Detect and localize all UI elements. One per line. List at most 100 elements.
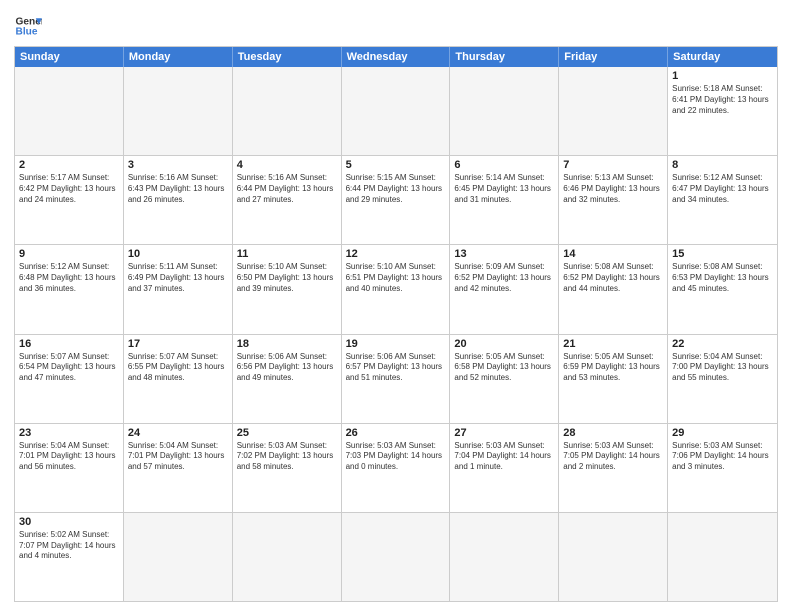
calendar-row-3: 16 Sunrise: 5:07 AM Sunset: 6:54 PM Dayli… — [15, 334, 777, 423]
day-cell-14: 14 Sunrise: 5:08 AM Sunset: 6:52 PM Dayli… — [559, 245, 668, 333]
day-cell-12: 12Sunrise: 5:10 AM Sunset: 6:51 PM Dayli… — [342, 245, 451, 333]
empty-cell — [124, 67, 233, 155]
day-number: 14 — [563, 248, 663, 260]
day-cell-3: 3 Sunrise: 5:16 AM Sunset: 6:43 PM Daylig… — [124, 156, 233, 244]
calendar-row-0: 1 Sunrise: 5:18 AM Sunset: 6:41 PM Daylig… — [15, 67, 777, 155]
calendar-row-2: 9Sunrise: 5:12 AM Sunset: 6:48 PM Daylig… — [15, 244, 777, 333]
day-cell-26: 26Sunrise: 5:03 AM Sunset: 7:03 PM Dayli… — [342, 424, 451, 512]
day-cell-24: 24Sunrise: 5:04 AM Sunset: 7:01 PM Dayli… — [124, 424, 233, 512]
day-cell-7: 7Sunrise: 5:13 AM Sunset: 6:46 PM Daylig… — [559, 156, 668, 244]
empty-cell — [450, 513, 559, 601]
day-number: 23 — [19, 427, 119, 439]
day-header-monday: Monday — [124, 47, 233, 67]
day-info: Sunrise: 5:03 AM Sunset: 7:06 PM Dayligh… — [672, 441, 773, 473]
day-info: Sunrise: 5:10 AM Sunset: 6:50 PM Dayligh… — [237, 262, 337, 294]
day-cell-29: 29 Sunrise: 5:03 AM Sunset: 7:06 PM Dayli… — [668, 424, 777, 512]
day-number: 21 — [563, 338, 663, 350]
day-header-saturday: Saturday — [668, 47, 777, 67]
day-info: Sunrise: 5:06 AM Sunset: 6:57 PM Dayligh… — [346, 352, 446, 384]
empty-cell — [559, 513, 668, 601]
calendar: SundayMondayTuesdayWednesdayThursdayFrid… — [14, 46, 778, 602]
empty-cell — [15, 67, 124, 155]
day-number: 19 — [346, 338, 446, 350]
day-header-tuesday: Tuesday — [233, 47, 342, 67]
day-number: 4 — [237, 159, 337, 171]
day-info: Sunrise: 5:08 AM Sunset: 6:52 PM Dayligh… — [563, 262, 663, 294]
empty-cell — [559, 67, 668, 155]
day-number: 25 — [237, 427, 337, 439]
empty-cell — [342, 513, 451, 601]
day-info: Sunrise: 5:03 AM Sunset: 7:04 PM Dayligh… — [454, 441, 554, 473]
day-number: 20 — [454, 338, 554, 350]
day-info: Sunrise: 5:05 AM Sunset: 6:59 PM Dayligh… — [563, 352, 663, 384]
day-info: Sunrise: 5:12 AM Sunset: 6:48 PM Dayligh… — [19, 262, 119, 294]
day-info: Sunrise: 5:11 AM Sunset: 6:49 PM Dayligh… — [128, 262, 228, 294]
day-cell-10: 10 Sunrise: 5:11 AM Sunset: 6:49 PM Dayli… — [124, 245, 233, 333]
day-number: 5 — [346, 159, 446, 171]
empty-cell — [668, 513, 777, 601]
day-info: Sunrise: 5:04 AM Sunset: 7:01 PM Dayligh… — [19, 441, 119, 473]
empty-cell — [233, 513, 342, 601]
empty-cell — [124, 513, 233, 601]
logo-icon: General Blue — [14, 12, 42, 40]
day-number: 29 — [672, 427, 773, 439]
day-header-sunday: Sunday — [15, 47, 124, 67]
day-cell-9: 9Sunrise: 5:12 AM Sunset: 6:48 PM Daylig… — [15, 245, 124, 333]
day-info: Sunrise: 5:08 AM Sunset: 6:53 PM Dayligh… — [672, 262, 773, 294]
calendar-row-4: 23 Sunrise: 5:04 AM Sunset: 7:01 PM Dayli… — [15, 423, 777, 512]
day-cell-22: 22Sunrise: 5:04 AM Sunset: 7:00 PM Dayli… — [668, 335, 777, 423]
day-header-wednesday: Wednesday — [342, 47, 451, 67]
day-number: 10 — [128, 248, 228, 260]
day-cell-15: 15 Sunrise: 5:08 AM Sunset: 6:53 PM Dayli… — [668, 245, 777, 333]
day-cell-2: 2 Sunrise: 5:17 AM Sunset: 6:42 PM Daylig… — [15, 156, 124, 244]
day-number: 28 — [563, 427, 663, 439]
day-info: Sunrise: 5:16 AM Sunset: 6:44 PM Dayligh… — [237, 173, 337, 205]
day-cell-11: 11 Sunrise: 5:10 AM Sunset: 6:50 PM Dayli… — [233, 245, 342, 333]
day-number: 16 — [19, 338, 119, 350]
day-info: Sunrise: 5:09 AM Sunset: 6:52 PM Dayligh… — [454, 262, 554, 294]
day-cell-8: 8Sunrise: 5:12 AM Sunset: 6:47 PM Daylig… — [668, 156, 777, 244]
day-number: 27 — [454, 427, 554, 439]
calendar-header: SundayMondayTuesdayWednesdayThursdayFrid… — [15, 47, 777, 67]
day-number: 1 — [672, 70, 773, 82]
day-number: 18 — [237, 338, 337, 350]
day-info: Sunrise: 5:07 AM Sunset: 6:54 PM Dayligh… — [19, 352, 119, 384]
day-cell-17: 17Sunrise: 5:07 AM Sunset: 6:55 PM Dayli… — [124, 335, 233, 423]
day-cell-18: 18 Sunrise: 5:06 AM Sunset: 6:56 PM Dayli… — [233, 335, 342, 423]
empty-cell — [233, 67, 342, 155]
day-cell-1: 1 Sunrise: 5:18 AM Sunset: 6:41 PM Daylig… — [668, 67, 777, 155]
day-cell-27: 27 Sunrise: 5:03 AM Sunset: 7:04 PM Dayli… — [450, 424, 559, 512]
day-info: Sunrise: 5:02 AM Sunset: 7:07 PM Dayligh… — [19, 530, 119, 562]
day-info: Sunrise: 5:16 AM Sunset: 6:43 PM Dayligh… — [128, 173, 228, 205]
day-number: 15 — [672, 248, 773, 260]
calendar-row-5: 30Sunrise: 5:02 AM Sunset: 7:07 PM Dayli… — [15, 512, 777, 601]
calendar-body: 1 Sunrise: 5:18 AM Sunset: 6:41 PM Daylig… — [15, 67, 777, 601]
day-cell-13: 13 Sunrise: 5:09 AM Sunset: 6:52 PM Dayli… — [450, 245, 559, 333]
day-info: Sunrise: 5:04 AM Sunset: 7:00 PM Dayligh… — [672, 352, 773, 384]
day-number: 3 — [128, 159, 228, 171]
day-cell-28: 28Sunrise: 5:03 AM Sunset: 7:05 PM Dayli… — [559, 424, 668, 512]
empty-cell — [450, 67, 559, 155]
day-info: Sunrise: 5:06 AM Sunset: 6:56 PM Dayligh… — [237, 352, 337, 384]
svg-text:Blue: Blue — [16, 27, 38, 38]
day-info: Sunrise: 5:07 AM Sunset: 6:55 PM Dayligh… — [128, 352, 228, 384]
day-info: Sunrise: 5:03 AM Sunset: 7:03 PM Dayligh… — [346, 441, 446, 473]
day-info: Sunrise: 5:17 AM Sunset: 6:42 PM Dayligh… — [19, 173, 119, 205]
day-info: Sunrise: 5:13 AM Sunset: 6:46 PM Dayligh… — [563, 173, 663, 205]
page: General Blue SundayMondayTuesdayWednesda… — [0, 0, 792, 612]
day-cell-30: 30Sunrise: 5:02 AM Sunset: 7:07 PM Dayli… — [15, 513, 124, 601]
day-number: 2 — [19, 159, 119, 171]
day-number: 11 — [237, 248, 337, 260]
day-header-friday: Friday — [559, 47, 668, 67]
day-info: Sunrise: 5:15 AM Sunset: 6:44 PM Dayligh… — [346, 173, 446, 205]
day-info: Sunrise: 5:18 AM Sunset: 6:41 PM Dayligh… — [672, 84, 773, 116]
day-info: Sunrise: 5:05 AM Sunset: 6:58 PM Dayligh… — [454, 352, 554, 384]
day-cell-21: 21 Sunrise: 5:05 AM Sunset: 6:59 PM Dayli… — [559, 335, 668, 423]
day-number: 6 — [454, 159, 554, 171]
day-cell-5: 5 Sunrise: 5:15 AM Sunset: 6:44 PM Daylig… — [342, 156, 451, 244]
day-number: 13 — [454, 248, 554, 260]
day-info: Sunrise: 5:03 AM Sunset: 7:02 PM Dayligh… — [237, 441, 337, 473]
day-info: Sunrise: 5:14 AM Sunset: 6:45 PM Dayligh… — [454, 173, 554, 205]
day-header-thursday: Thursday — [450, 47, 559, 67]
day-cell-25: 25 Sunrise: 5:03 AM Sunset: 7:02 PM Dayli… — [233, 424, 342, 512]
